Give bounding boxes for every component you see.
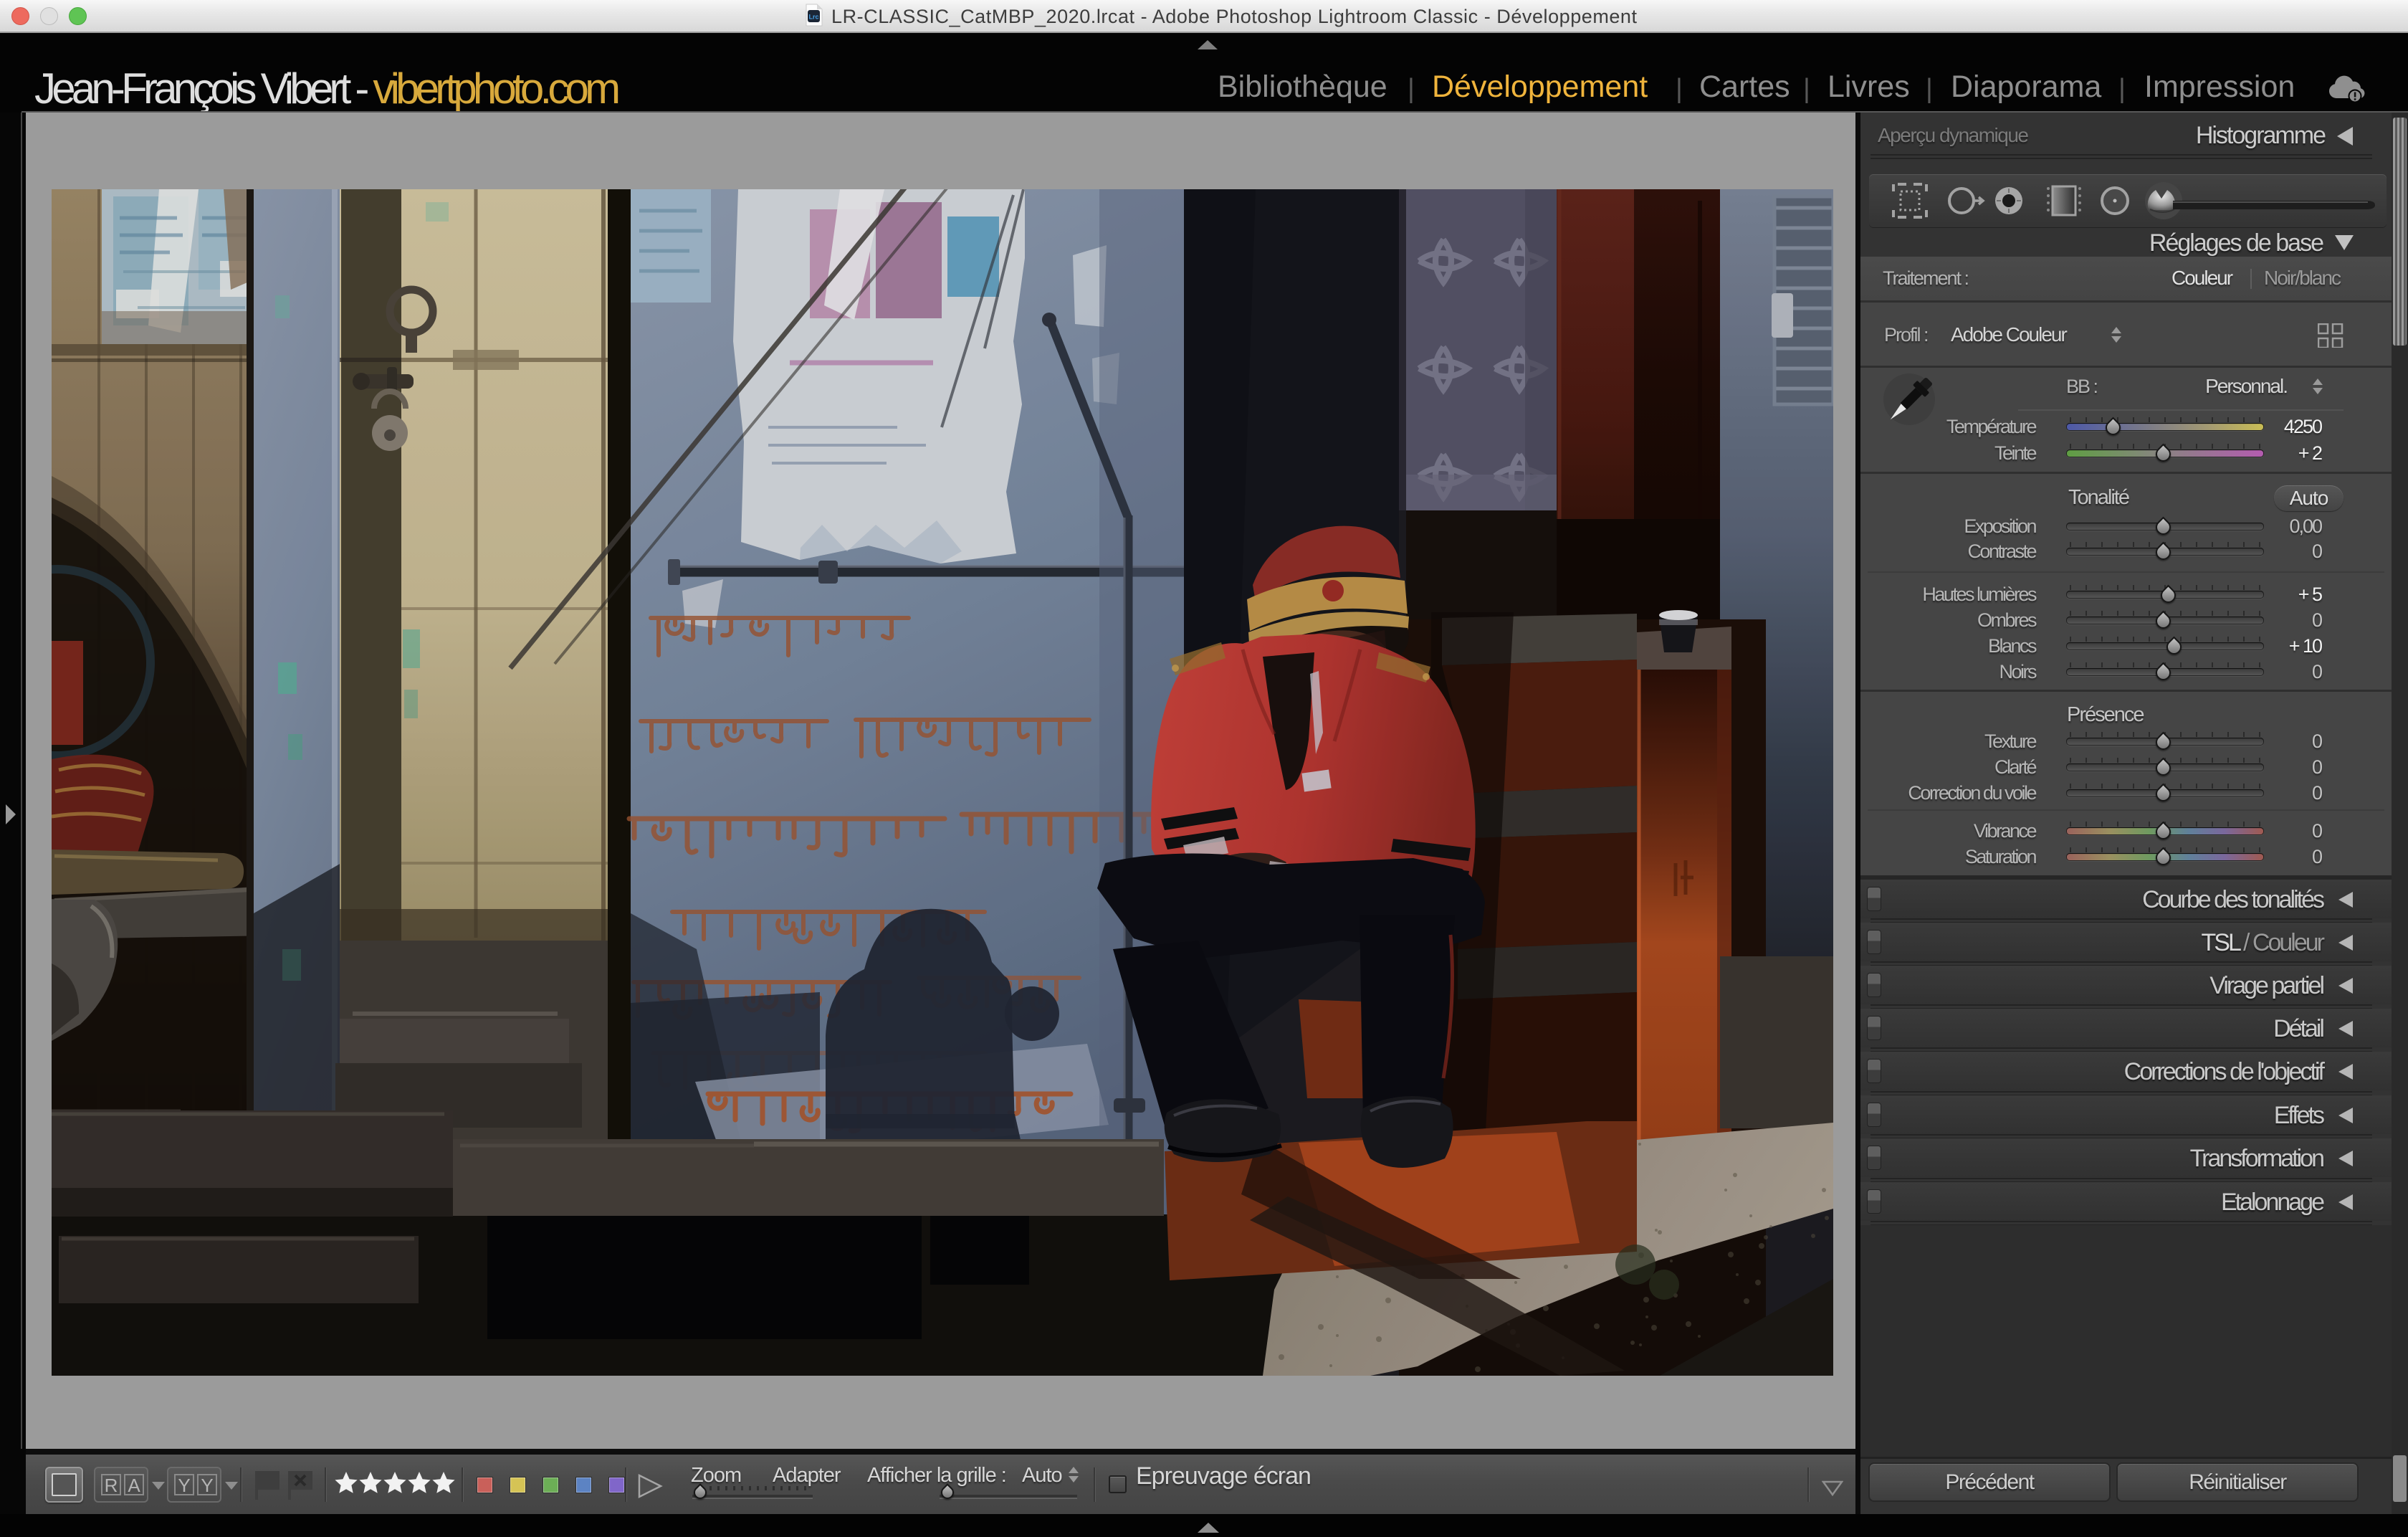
svg-text:Lrc: Lrc: [808, 14, 818, 21]
